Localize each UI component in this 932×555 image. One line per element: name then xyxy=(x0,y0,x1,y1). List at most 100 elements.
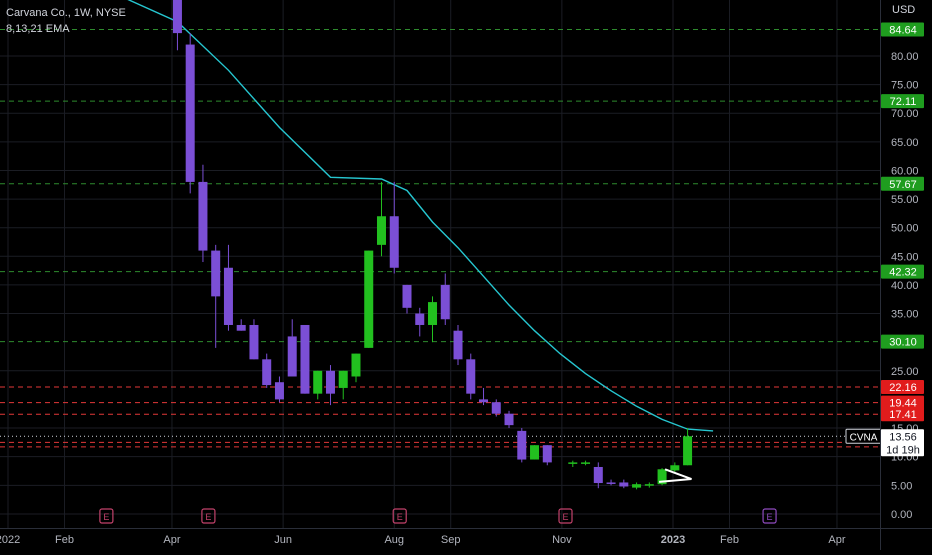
earnings-marker-label: E xyxy=(562,512,568,522)
candle-body xyxy=(606,482,616,484)
candle-body xyxy=(364,250,374,348)
time-tick-label: Sep xyxy=(441,534,461,546)
candle xyxy=(453,324,463,366)
candle-body xyxy=(542,445,552,463)
candle-body xyxy=(568,462,578,464)
candle-body xyxy=(338,370,348,388)
chart-area[interactable]: EEEEE 0.00 5.00 10.00 15.00 25.00 35.00 40.00 4… xyxy=(0,0,932,550)
candle xyxy=(185,33,195,194)
chart-legend: Carvana Co., 1W, NYSE 8,13,21 EMA xyxy=(6,5,126,37)
support-resistance-layer xyxy=(0,28,880,448)
earnings-marker-label: E xyxy=(205,512,211,522)
candle-body xyxy=(632,484,642,488)
price-tick-label: 55.00 xyxy=(891,194,919,206)
time-axis[interactable]: 2022 Feb Apr Jun Aug Sep Nov 2023 Feb Apr xyxy=(0,534,846,546)
candle xyxy=(530,445,540,460)
candle xyxy=(172,0,182,51)
candle-body xyxy=(172,0,182,34)
green-level-badge-text: 84.64 xyxy=(889,24,917,36)
candle-body xyxy=(581,462,591,464)
time-tick-label: Feb xyxy=(720,534,739,546)
candle xyxy=(593,462,603,489)
price-tick-label: 5.00 xyxy=(891,480,912,492)
price-tick-label: 50.00 xyxy=(891,223,919,235)
candle-body xyxy=(491,402,501,414)
candle xyxy=(657,468,667,486)
candle xyxy=(249,319,259,360)
candle xyxy=(619,479,629,489)
candle xyxy=(351,353,361,383)
candle-body xyxy=(313,370,323,394)
candle xyxy=(428,296,438,343)
candle-body xyxy=(389,216,399,268)
candle-body xyxy=(300,324,310,394)
candle xyxy=(517,428,527,463)
candle xyxy=(581,460,591,466)
candle-body xyxy=(351,353,361,377)
candle xyxy=(300,324,310,394)
candle-body xyxy=(479,399,489,403)
indicator-label[interactable]: 8,13,21 EMA xyxy=(6,21,126,37)
candle-body xyxy=(644,484,654,486)
price-tick-label: 40.00 xyxy=(891,280,919,292)
candle-body xyxy=(453,330,463,360)
candle xyxy=(313,370,323,400)
candle xyxy=(338,370,348,400)
earnings-marker-label: E xyxy=(103,512,109,522)
candle-body xyxy=(376,216,386,245)
candle xyxy=(415,307,425,337)
candle-body xyxy=(185,44,195,182)
time-tick-label: 2022 xyxy=(0,534,20,546)
price-tick-label: 45.00 xyxy=(891,251,919,263)
ema-line xyxy=(127,0,714,432)
time-tick-label: 2023 xyxy=(661,534,685,546)
candle-body xyxy=(198,181,208,251)
candle-body xyxy=(249,324,259,360)
candle xyxy=(606,479,616,486)
green-level-badge-text: 57.67 xyxy=(889,179,917,191)
currency-label: USD xyxy=(892,4,916,16)
last-price-value: 13.56 xyxy=(889,431,917,443)
candle xyxy=(211,244,221,348)
price-tick-label: 65.00 xyxy=(891,137,919,149)
candle xyxy=(364,250,374,348)
candle-body xyxy=(223,267,233,325)
candlestick-chart[interactable]: EEEEE 0.005.0010.0015.0025.0035.0040.004… xyxy=(0,0,932,550)
candle xyxy=(262,353,272,388)
candle xyxy=(632,482,642,490)
candle-body xyxy=(440,284,450,320)
time-tick-label: Apr xyxy=(828,534,845,546)
time-tick-label: Apr xyxy=(163,534,180,546)
symbol-title[interactable]: Carvana Co., 1W, NYSE xyxy=(6,5,126,21)
candle xyxy=(389,181,399,274)
grid-layer xyxy=(0,0,880,528)
red-level-badge-text: 22.16 xyxy=(889,382,917,394)
time-axis-divider xyxy=(0,528,932,529)
candle-body xyxy=(236,324,246,331)
price-axis-divider xyxy=(880,0,881,550)
green-level-badge-text: 30.10 xyxy=(889,337,917,349)
candle-body xyxy=(428,302,438,325)
candle-body xyxy=(683,436,693,466)
candle-body xyxy=(211,250,221,297)
candle-body xyxy=(274,382,284,400)
candle-body xyxy=(325,370,335,394)
candle-body xyxy=(593,466,603,484)
earnings-marker-label: E xyxy=(397,512,403,522)
earnings-marker: E xyxy=(762,508,777,524)
time-tick-label: Aug xyxy=(384,534,404,546)
candle-body xyxy=(670,465,680,471)
candles-layer xyxy=(172,0,693,490)
earnings-marker: E xyxy=(99,508,114,524)
candle-body xyxy=(262,359,272,386)
green-level-badge-text: 72.11 xyxy=(890,96,917,108)
candle xyxy=(466,353,476,400)
earnings-marker: E xyxy=(201,508,216,524)
symbol-tag-label: CVNA xyxy=(850,432,878,443)
candle xyxy=(325,365,335,406)
time-tick-label: Jun xyxy=(274,534,292,546)
candle-body xyxy=(287,336,297,377)
price-tick-label: 80.00 xyxy=(891,51,919,63)
ema-layer xyxy=(127,0,714,432)
earnings-marker-label: E xyxy=(767,512,773,522)
